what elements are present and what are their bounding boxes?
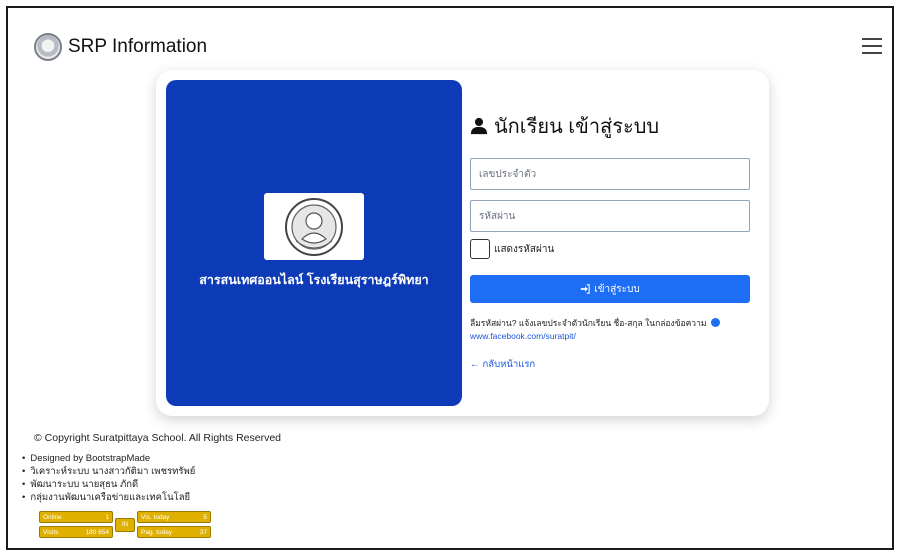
credit-item: พัฒนาระบบ นายสุธน ภักดี (22, 478, 195, 491)
form-title-row: นักเรียน เข้าสู่ระบบ (470, 110, 659, 142)
sign-in-icon (581, 284, 590, 294)
counter-vis-today-label: Vis. today (141, 513, 170, 521)
page-frame: SRP Information สารสนเทศออนไลน์ โรงเรียน… (6, 6, 894, 550)
school-seal-icon (285, 197, 343, 256)
back-home-label: กลับหน้าแรก (482, 359, 536, 370)
school-caption: สารสนเทศออนไลน์ โรงเรียนสุราษฎร์พิทยา (199, 273, 429, 287)
info-panel: สารสนเทศออนไลน์ โรงเรียนสุราษฎร์พิทยา (166, 80, 462, 406)
copyright-text: © Copyright Suratpittaya School. All Rig… (34, 432, 282, 444)
user-icon (470, 117, 488, 135)
credit-item[interactable]: Designed by BootstrapMade (22, 452, 195, 465)
show-password-label: แสดงรหัสผ่าน (494, 243, 555, 255)
back-home-link[interactable]: ← กลับหน้าแรก (470, 357, 535, 372)
school-seal-logo (264, 193, 364, 260)
counter-vis-today-value: 5 (203, 513, 207, 521)
hamburger-menu-icon[interactable] (862, 38, 882, 54)
counter-pag-today-label: Pag. today (141, 528, 173, 536)
counter-online-label: Online (43, 513, 62, 521)
login-button-label: เข้าสู่ระบบ (594, 283, 640, 295)
messenger-icon (710, 318, 720, 327)
school-logo-icon[interactable] (34, 33, 62, 61)
credits-list: Designed by BootstrapMade วิเคราะห์ระบบ … (22, 452, 195, 504)
site-header: SRP Information (34, 30, 207, 64)
arrow-left-icon: ← (470, 359, 480, 370)
counter-pag-today-value: 37 (199, 528, 207, 536)
counter-visits-label: Visits (43, 528, 59, 536)
site-brand[interactable]: SRP Information (68, 36, 207, 58)
facebook-link[interactable]: www.facebook.com/suratpit/ (470, 330, 755, 343)
login-form: นักเรียน เข้าสู่ระบบ แสดงรหัสผ่าน เข้าสู… (470, 70, 760, 416)
forgot-password-text: ลืมรหัสผ่าน? แจ้งเลขประจำตัวนักเรียน ชื่… (470, 318, 707, 328)
student-id-input[interactable] (470, 158, 750, 190)
show-password-toggle[interactable]: แสดงรหัสผ่าน (470, 239, 554, 259)
forgot-password-note: ลืมรหัสผ่าน? แจ้งเลขประจำตัวนักเรียน ชื่… (470, 317, 755, 343)
credit-item: วิเคราะห์ระบบ นางสาวกัติมา เพชรทรัพย์ (22, 465, 195, 478)
counter-vis-today: Vis. today 5 (137, 511, 211, 523)
counter-badge: IN (115, 518, 135, 532)
counter-online-value: 1 (105, 513, 109, 521)
form-title: นักเรียน เข้าสู่ระบบ (494, 116, 660, 138)
show-password-checkbox[interactable] (470, 239, 490, 259)
counter-online: Online 1 (39, 511, 113, 523)
counter-visits-value: 180 654 (85, 528, 110, 536)
visitor-counter[interactable]: Online 1 Visits 180 654 IN Vis. today 5 … (39, 510, 211, 540)
counter-pag-today: Pag. today 37 (137, 526, 211, 538)
password-input[interactable] (470, 200, 750, 232)
counter-visits: Visits 180 654 (39, 526, 113, 538)
credit-item: กลุ่มงานพัฒนาเครือข่ายและเทคโนโลยี (22, 491, 195, 504)
login-button[interactable]: เข้าสู่ระบบ (470, 275, 750, 303)
login-card: สารสนเทศออนไลน์ โรงเรียนสุราษฎร์พิทยา นั… (156, 70, 769, 416)
